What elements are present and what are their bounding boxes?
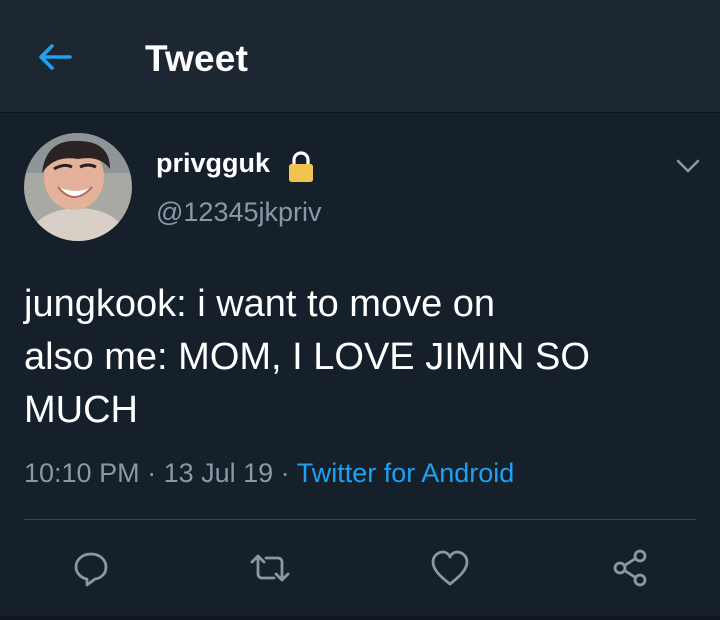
tweet-detail-screen: Tweet privgguk @12345jkpriv jungkook: i …	[0, 0, 720, 620]
divider	[24, 519, 696, 520]
tweet-text-line: jungkook: i want to move on	[24, 283, 496, 325]
page-title: Tweet	[145, 38, 249, 79]
share-button[interactable]	[608, 546, 652, 590]
back-arrow-icon	[39, 44, 72, 70]
chevron-down-icon	[676, 159, 700, 173]
reply-button[interactable]	[69, 546, 113, 590]
back-button[interactable]	[34, 36, 76, 78]
tweet-options-button[interactable]	[672, 150, 704, 182]
tweet-metadata: 10:10 PM · 13 Jul 19 · Twitter for Andro…	[24, 458, 514, 489]
reply-icon	[74, 552, 108, 587]
author-handle[interactable]: @12345jkpriv	[156, 197, 322, 228]
like-button[interactable]	[428, 546, 472, 590]
tweet-source-link[interactable]: Twitter for Android	[297, 458, 515, 488]
tweet-time: 10:10 PM	[24, 458, 140, 488]
retweet-button[interactable]	[248, 546, 292, 590]
tweet-date: 13 Jul 19	[163, 458, 274, 488]
top-app-bar: Tweet	[0, 0, 720, 113]
share-icon	[613, 549, 647, 587]
lock-icon	[289, 151, 313, 182]
meta-separator: ·	[139, 458, 164, 488]
avatar-photo	[24, 133, 132, 241]
tweet-text-line: MUCH	[24, 389, 138, 431]
avatar[interactable]	[24, 133, 132, 241]
retweet-icon	[250, 554, 290, 582]
bottom-divider	[0, 616, 720, 620]
meta-separator: ·	[273, 458, 297, 488]
tweet-text: jungkook: i want to move on also me: MOM…	[24, 278, 696, 437]
heart-icon	[431, 550, 469, 586]
tweet-text-line: also me: MOM, I LOVE JIMIN SO	[24, 336, 590, 378]
author-display-name[interactable]: privgguk	[156, 148, 270, 179]
